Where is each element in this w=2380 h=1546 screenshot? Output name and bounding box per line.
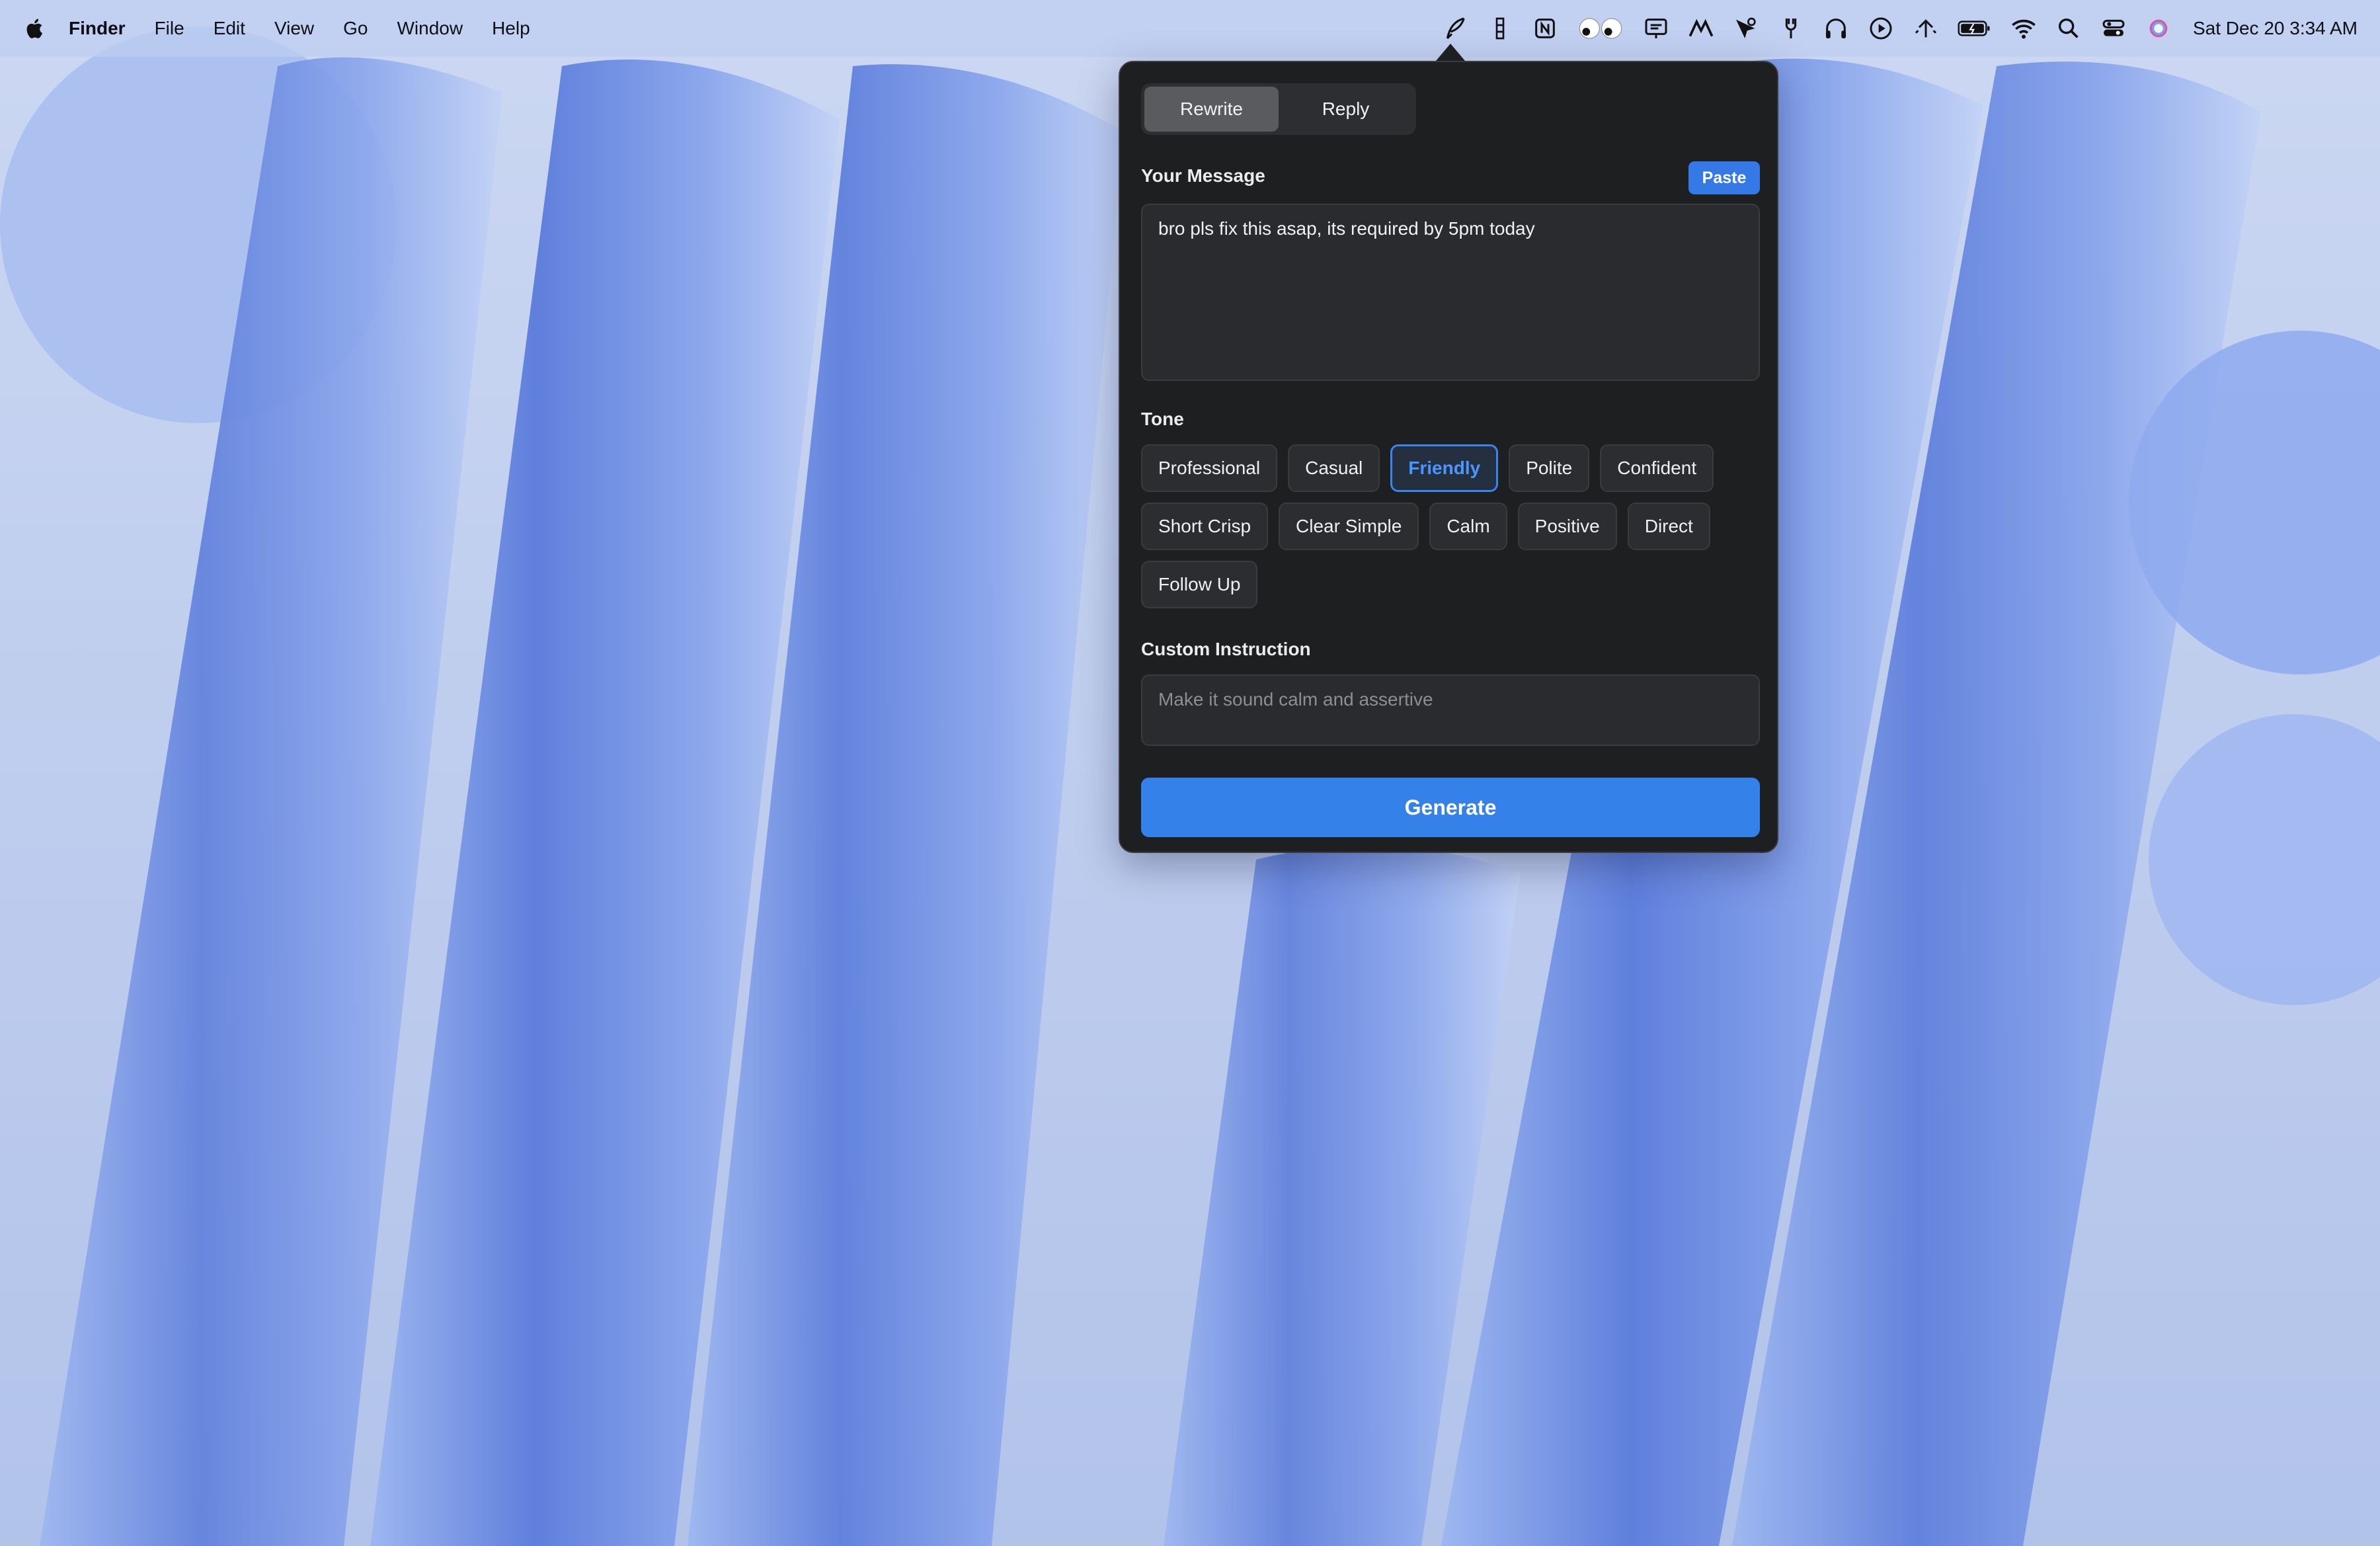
upload-icon[interactable] <box>1910 13 1942 44</box>
tone-confident[interactable]: Confident <box>1600 444 1714 492</box>
siri-icon[interactable] <box>2143 13 2174 44</box>
tone-clear-simple[interactable]: Clear Simple <box>1279 503 1419 550</box>
tone-label: Tone <box>1141 409 1184 430</box>
fork-icon[interactable] <box>1775 13 1807 44</box>
wifi-icon[interactable] <box>2008 13 2040 44</box>
apple-menu-icon[interactable] <box>24 15 48 42</box>
tone-positive[interactable]: Positive <box>1518 503 1617 550</box>
menu-clock[interactable]: Sat Dec 20 3:34 AM <box>2193 18 2358 39</box>
tone-professional[interactable]: Professional <box>1141 444 1277 492</box>
tone-options: Professional Casual Friendly Polite Conf… <box>1141 444 1760 608</box>
message-input[interactable]: bro pls fix this asap, its required by 5… <box>1141 204 1760 381</box>
custom-instruction-label: Custom Instruction <box>1141 639 1311 660</box>
cursor-check-icon[interactable] <box>1730 13 1762 44</box>
eyes-icon[interactable] <box>1574 13 1627 44</box>
notion-icon[interactable] <box>1529 13 1561 44</box>
menu-bar: Finder File Edit View Go Window Help Sat… <box>0 0 2380 57</box>
generate-button[interactable]: Generate <box>1141 778 1760 837</box>
menu-file[interactable]: File <box>155 18 184 39</box>
your-message-label: Your Message <box>1141 165 1265 186</box>
tone-direct[interactable]: Direct <box>1628 503 1710 550</box>
headphones-icon[interactable] <box>1820 13 1852 44</box>
tab-rewrite[interactable]: Rewrite <box>1144 87 1279 132</box>
mode-segmented-control: Rewrite Reply <box>1141 83 1416 135</box>
menu-edit[interactable]: Edit <box>214 18 245 39</box>
figma-icon[interactable] <box>1484 13 1516 44</box>
menu-bar-status: Sat Dec 20 3:34 AM <box>1426 0 2380 57</box>
tone-friendly[interactable]: Friendly <box>1390 444 1498 492</box>
play-circle-icon[interactable] <box>1865 13 1897 44</box>
tone-polite[interactable]: Polite <box>1509 444 1589 492</box>
menu-help[interactable]: Help <box>492 18 530 39</box>
menu-app-name[interactable]: Finder <box>69 18 126 39</box>
tone-casual[interactable]: Casual <box>1288 444 1380 492</box>
search-icon[interactable] <box>2053 13 2084 44</box>
rewrite-popover: Rewrite Reply Your Message Paste bro pls… <box>1119 61 1778 853</box>
tab-reply[interactable]: Reply <box>1279 87 1413 132</box>
tone-calm[interactable]: Calm <box>1429 503 1507 550</box>
battery-icon[interactable] <box>1955 13 1995 44</box>
control-center-icon[interactable] <box>2098 13 2129 44</box>
paste-button[interactable]: Paste <box>1688 161 1760 194</box>
menu-window[interactable]: Window <box>397 18 463 39</box>
menu-view[interactable]: View <box>274 18 314 39</box>
brand-m-icon[interactable] <box>1685 13 1717 44</box>
quill-pen-icon[interactable] <box>1439 13 1471 44</box>
menu-go[interactable]: Go <box>343 18 368 39</box>
popover-caret <box>1436 44 1465 61</box>
custom-instruction-input[interactable]: Make it sound calm and assertive <box>1141 674 1760 746</box>
menu-bar-left: Finder File Edit View Go Window Help <box>0 0 559 57</box>
tone-short-crisp[interactable]: Short Crisp <box>1141 503 1268 550</box>
presentation-icon[interactable] <box>1640 13 1672 44</box>
tone-follow-up[interactable]: Follow Up <box>1141 561 1257 608</box>
